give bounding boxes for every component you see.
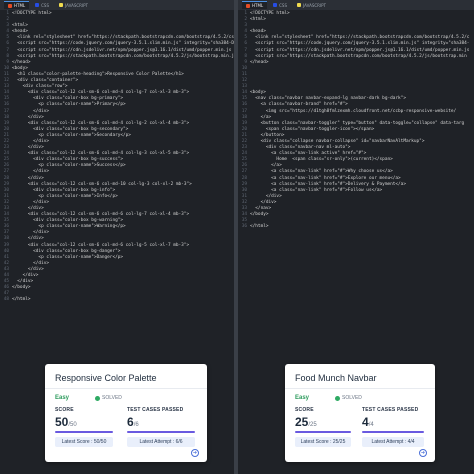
tests-label: TEST CASES PASSED [362, 407, 419, 413]
left-tab-css[interactable]: CSS [31, 1, 53, 9]
solved-dot-icon [335, 395, 340, 401]
code-line[interactable]: 48 </html> [0, 297, 234, 303]
right-editor-tabs: HTML CSS JAVASCRIPT [238, 0, 474, 10]
card-title: Responsive Color Palette [55, 373, 157, 383]
left-editor-tabs: HTML CSS JAVASCRIPT [0, 0, 234, 10]
tests-progress-fill [362, 431, 424, 433]
status-badge: SOLVED [335, 395, 362, 401]
card-divider [285, 388, 435, 389]
score-label: SCORE [55, 407, 74, 413]
code-text: </body> [250, 212, 269, 218]
left-tab-html[interactable]: HTML [4, 1, 30, 9]
css-file-icon [273, 3, 278, 7]
html-file-icon [246, 3, 250, 8]
tests-value: 6/6 [127, 415, 139, 429]
html-file-icon [8, 3, 12, 8]
js-file-icon [59, 3, 64, 7]
tests-label: TEST CASES PASSED [127, 407, 184, 413]
difficulty-label: Easy [55, 395, 70, 401]
code-text: <html> [250, 17, 266, 23]
code-text: <img src="https://d1tgh8fmlzexmh.cloudfr… [250, 108, 457, 114]
code-line[interactable]: 36 </html> [238, 224, 474, 230]
score-label: SCORE [295, 407, 314, 413]
score-progress-bar [295, 431, 351, 433]
tests-progress-fill [127, 431, 195, 433]
tests-value: 4/4 [362, 415, 374, 429]
left-tab-javascript[interactable]: JAVASCRIPT [55, 1, 92, 9]
right-tab-javascript[interactable]: JAVASCRIPT [293, 1, 330, 9]
code-text: <!DOCTYPE html> [12, 11, 52, 16]
latest-attempt: Latest Attempt : 4/4 [362, 437, 424, 447]
tests-progress-bar [362, 431, 424, 433]
code-text: <script src="https://stackpath.bootstrap… [12, 53, 234, 59]
arrow-right-icon[interactable]: ➜ [191, 449, 199, 457]
score-value: 50/50 [55, 415, 77, 429]
line-number: 48 [3, 297, 9, 303]
card-divider [45, 388, 207, 389]
code-line[interactable]: 8 <script src="https://stackpath.bootstr… [0, 54, 234, 60]
solved-dot-icon [95, 395, 100, 401]
line-number: 36 [241, 224, 247, 230]
card-title: Food Munch Navbar [295, 373, 377, 383]
code-text: </head> [250, 59, 269, 65]
score-progress-fill [55, 431, 113, 433]
result-card-food-munch-navbar: Food Munch Navbar Easy SOLVED SCORE TEST… [285, 364, 435, 462]
arrow-right-icon[interactable]: ➜ [419, 449, 427, 457]
latest-score: Latest Score : 25/25 [295, 437, 351, 447]
latest-attempt: Latest Attempt : 6/6 [127, 437, 195, 447]
code-line[interactable]: 17 <img src="https://d1tgh8fmlzexmh.clou… [238, 109, 474, 115]
code-text: </html> [250, 224, 269, 230]
score-progress-fill [295, 431, 351, 433]
tests-progress-bar [127, 431, 195, 433]
latest-score: Latest Score : 50/50 [55, 437, 113, 447]
result-card-color-palette: Responsive Color Palette Easy SOLVED SCO… [45, 364, 207, 462]
code-text: </html> [12, 297, 31, 303]
score-progress-bar [55, 431, 113, 433]
difficulty-label: Easy [295, 395, 310, 401]
score-value: 25/25 [295, 415, 317, 429]
css-file-icon [35, 3, 40, 7]
right-tab-html[interactable]: HTML [242, 1, 268, 9]
status-badge: SOLVED [95, 395, 122, 401]
code-text: </body> [12, 285, 31, 291]
code-line[interactable]: 8 <script src="https://stackpath.bootstr… [238, 54, 474, 60]
js-file-icon [297, 3, 302, 7]
right-tab-css[interactable]: CSS [269, 1, 291, 9]
code-text: <script src="https://stackpath.bootstrap… [250, 53, 467, 59]
